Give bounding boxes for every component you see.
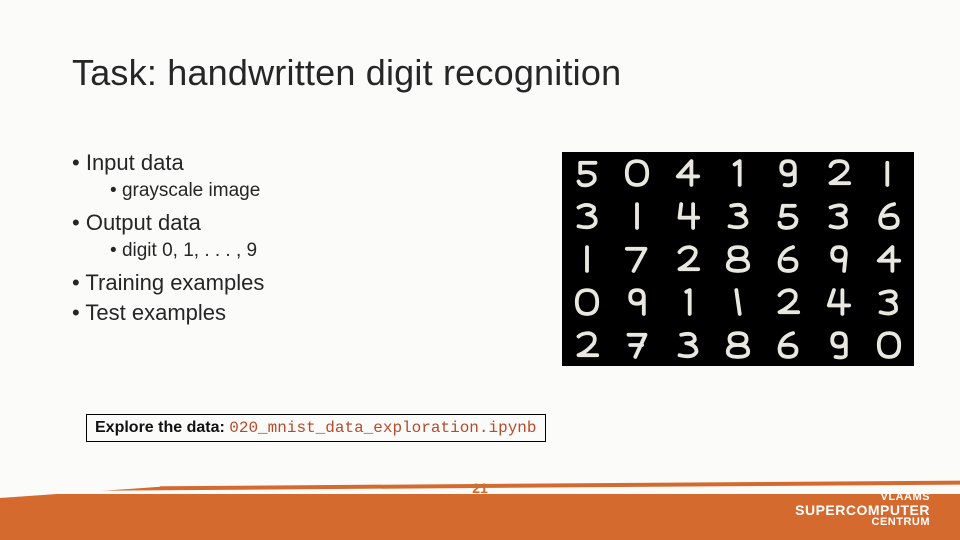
slide-title: Task: handwritten digit recognition xyxy=(72,52,621,94)
bullet-test: Test examples xyxy=(72,300,532,326)
digit-2-icon xyxy=(568,328,606,362)
digit-3-icon xyxy=(870,285,908,319)
digit-3-icon xyxy=(669,328,707,362)
digit-0-icon xyxy=(870,328,908,362)
digit-3-icon xyxy=(820,199,858,233)
digit-8-icon xyxy=(719,328,757,362)
mnist-grid xyxy=(562,152,914,366)
logo: VLAAMS SUPERCOMPUTER CENTRUM xyxy=(795,492,930,528)
slide: Task: handwritten digit recognition Inpu… xyxy=(0,0,960,540)
digit-8-icon xyxy=(719,242,757,276)
digit-0-icon xyxy=(618,156,656,190)
bullet-input-sub: grayscale image xyxy=(110,180,532,202)
digit-9-icon xyxy=(769,156,807,190)
digit-2-icon xyxy=(820,156,858,190)
bullet-output: Output data xyxy=(72,210,532,236)
explore-label: Explore the data: xyxy=(95,419,229,436)
digit-1-icon xyxy=(568,242,606,276)
digit-4-icon xyxy=(870,242,908,276)
digit-3-icon xyxy=(719,199,757,233)
digit-6-icon xyxy=(769,242,807,276)
explore-box: Explore the data: 020_mnist_data_explora… xyxy=(86,414,546,442)
digit-0-icon xyxy=(568,285,606,319)
digit-4-icon xyxy=(669,156,707,190)
digit-5-icon xyxy=(769,199,807,233)
digit-9-icon xyxy=(820,328,858,362)
digit-2-icon xyxy=(669,242,707,276)
logo-line3: CENTRUM xyxy=(795,517,930,528)
digit-4-icon xyxy=(669,199,707,233)
digit-2-icon xyxy=(769,285,807,319)
digit-1-icon xyxy=(618,199,656,233)
digit-1-icon xyxy=(719,285,757,319)
bullet-training: Training examples xyxy=(72,270,532,296)
digit-3-icon xyxy=(568,199,606,233)
content-area: Input data grayscale image Output data d… xyxy=(72,150,532,330)
digit-7-icon xyxy=(618,242,656,276)
explore-path: 020_mnist_data_exploration.ipynb xyxy=(229,419,536,437)
digit-5-icon xyxy=(568,156,606,190)
digit-9-icon xyxy=(820,242,858,276)
bullet-input: Input data xyxy=(72,150,532,176)
bullet-output-sub: digit 0, 1, . . . , 9 xyxy=(110,240,532,262)
digit-4-icon xyxy=(820,285,858,319)
digit-1-icon xyxy=(669,285,707,319)
digit-6-icon xyxy=(870,199,908,233)
digit-7-icon xyxy=(618,328,656,362)
digit-9-icon xyxy=(618,285,656,319)
logo-line2: SUPERCOMPUTER xyxy=(795,503,930,517)
footer-stripe: VLAAMS SUPERCOMPUTER CENTRUM xyxy=(0,484,960,540)
digit-1-icon xyxy=(870,156,908,190)
digit-6-icon xyxy=(769,328,807,362)
digit-1-icon xyxy=(719,156,757,190)
